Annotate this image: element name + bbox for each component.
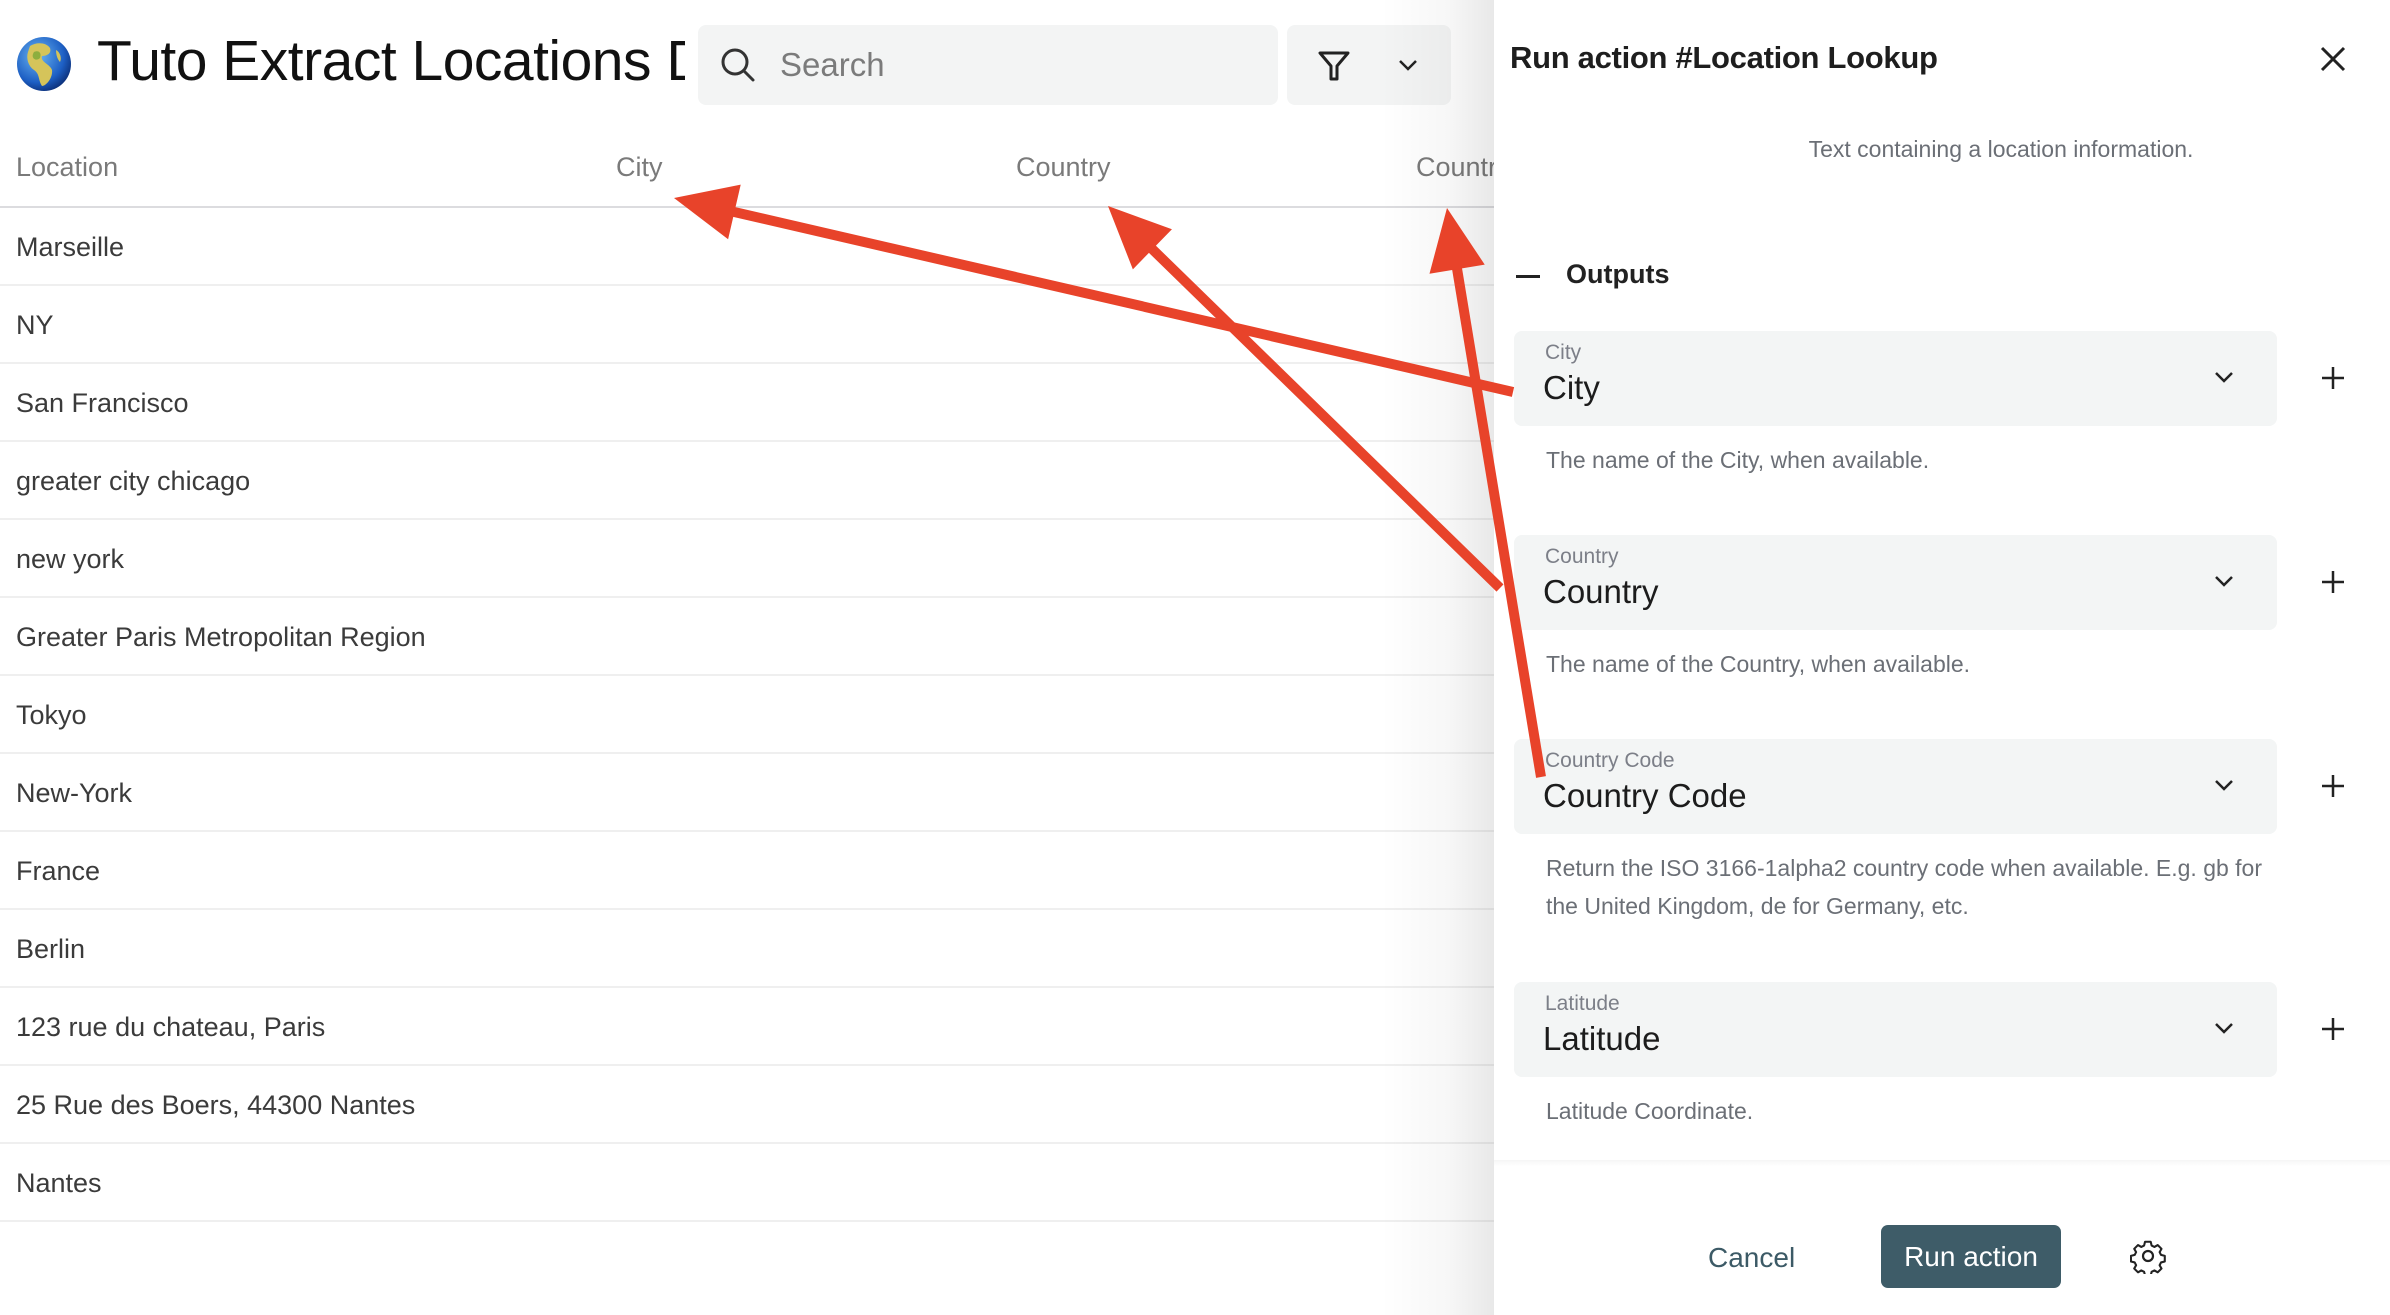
output-label: Latitude bbox=[1545, 992, 1620, 1015]
location-cell: 123 rue du chateau, Paris bbox=[16, 1012, 326, 1042]
output-value: Country bbox=[1543, 573, 1659, 610]
footer-divider bbox=[1494, 1160, 2390, 1166]
output-value: Latitude bbox=[1543, 1020, 1661, 1057]
location-cell: Greater Paris Metropolitan Region bbox=[16, 622, 426, 652]
table-row[interactable]: Marseille bbox=[0, 208, 1494, 286]
collapse-outputs-icon[interactable] bbox=[1516, 260, 1540, 290]
location-cell: Marseille bbox=[16, 232, 125, 262]
column-header-country[interactable]: Country bbox=[1016, 152, 1111, 183]
chevron-down-icon[interactable] bbox=[2213, 777, 2235, 793]
location-cell: Nantes bbox=[16, 1168, 102, 1198]
table-row[interactable]: 123 rue du chateau, Paris bbox=[0, 988, 1494, 1066]
main-area: Tuto Extract Locations D Location City C… bbox=[0, 0, 1494, 1315]
chevron-down-icon[interactable] bbox=[2213, 573, 2235, 589]
add-output-latitude-icon[interactable] bbox=[2318, 1014, 2348, 1044]
output-value: Country Code bbox=[1543, 777, 1747, 814]
search-icon bbox=[721, 48, 755, 82]
gear-icon[interactable] bbox=[2130, 1238, 2166, 1274]
table-row[interactable]: New-York bbox=[0, 754, 1494, 832]
output-label: City bbox=[1545, 341, 1582, 364]
column-header-city[interactable]: City bbox=[616, 152, 663, 183]
location-cell: new york bbox=[16, 544, 125, 574]
cancel-button[interactable]: Cancel bbox=[1708, 1230, 1795, 1286]
table-row[interactable]: NY bbox=[0, 286, 1494, 364]
table-row[interactable]: greater city chicago bbox=[0, 442, 1494, 520]
table-row[interactable]: France bbox=[0, 832, 1494, 910]
table-row[interactable]: Greater Paris Metropolitan Region bbox=[0, 598, 1494, 676]
output-select-country[interactable]: Country Country bbox=[1514, 535, 2277, 630]
location-cell: France bbox=[16, 856, 101, 886]
column-header-location[interactable]: Location bbox=[16, 152, 118, 183]
search-input[interactable] bbox=[780, 25, 1260, 105]
location-cell: NY bbox=[16, 310, 54, 340]
add-output-city-icon[interactable] bbox=[2318, 363, 2348, 393]
output-help-text: Latitude Coordinate. bbox=[1546, 1098, 1754, 1124]
close-icon[interactable] bbox=[2316, 42, 2350, 76]
output-help-text: The name of the Country, when available. bbox=[1546, 651, 1971, 677]
output-select-city[interactable]: City City bbox=[1514, 331, 2277, 426]
location-cell: 25 Rue des Boers, 44300 Nantes bbox=[16, 1090, 416, 1120]
filter-button[interactable] bbox=[1287, 25, 1451, 105]
output-select-country-code[interactable]: Country Code Country Code bbox=[1514, 739, 2277, 834]
output-label: Country Code bbox=[1545, 749, 1675, 772]
chevron-down-icon[interactable] bbox=[2213, 369, 2235, 385]
chevron-down-icon[interactable] bbox=[2213, 1020, 2235, 1036]
output-select-latitude[interactable]: Latitude Latitude bbox=[1514, 982, 2277, 1077]
input-description: Text containing a location information. bbox=[1808, 136, 2194, 162]
location-cell: New-York bbox=[16, 778, 133, 808]
location-cell: San Francisco bbox=[16, 388, 189, 418]
output-value: City bbox=[1543, 369, 1600, 406]
table-row[interactable]: Nantes bbox=[0, 1144, 1494, 1222]
chevron-down-icon[interactable] bbox=[1397, 57, 1419, 73]
table-row[interactable]: Tokyo bbox=[0, 676, 1494, 754]
location-cell: Tokyo bbox=[16, 700, 87, 730]
outputs-section-label: Outputs bbox=[1566, 259, 1670, 289]
output-label: Country bbox=[1545, 545, 1619, 568]
output-help-text: The name of the City, when available. bbox=[1546, 447, 1930, 473]
table-row[interactable]: 25 Rue des Boers, 44300 Nantes bbox=[0, 1066, 1494, 1144]
page-title: Tuto Extract Locations D bbox=[97, 29, 685, 93]
table-row[interactable]: Berlin bbox=[0, 910, 1494, 988]
panel-title: Run action #Location Lookup bbox=[1510, 40, 1938, 75]
output-help-text: Return the ISO 3166-1alpha2 country code… bbox=[1546, 855, 2263, 919]
add-output-country-icon[interactable] bbox=[2318, 567, 2348, 597]
globe-icon bbox=[17, 37, 71, 91]
add-output-country-code-icon[interactable] bbox=[2318, 771, 2348, 801]
funnel-icon bbox=[1318, 51, 1350, 81]
location-cell: greater city chicago bbox=[16, 466, 251, 496]
run-action-panel: Run action #Location Lookup Text contain… bbox=[1494, 0, 2390, 1315]
run-action-button[interactable]: Run action bbox=[1881, 1225, 2061, 1288]
column-header-country-code[interactable]: Countr bbox=[1416, 152, 1494, 183]
table-row[interactable]: new york bbox=[0, 520, 1494, 598]
search-box[interactable] bbox=[698, 25, 1278, 105]
table-row[interactable]: San Francisco bbox=[0, 364, 1494, 442]
location-cell: Berlin bbox=[16, 934, 86, 964]
